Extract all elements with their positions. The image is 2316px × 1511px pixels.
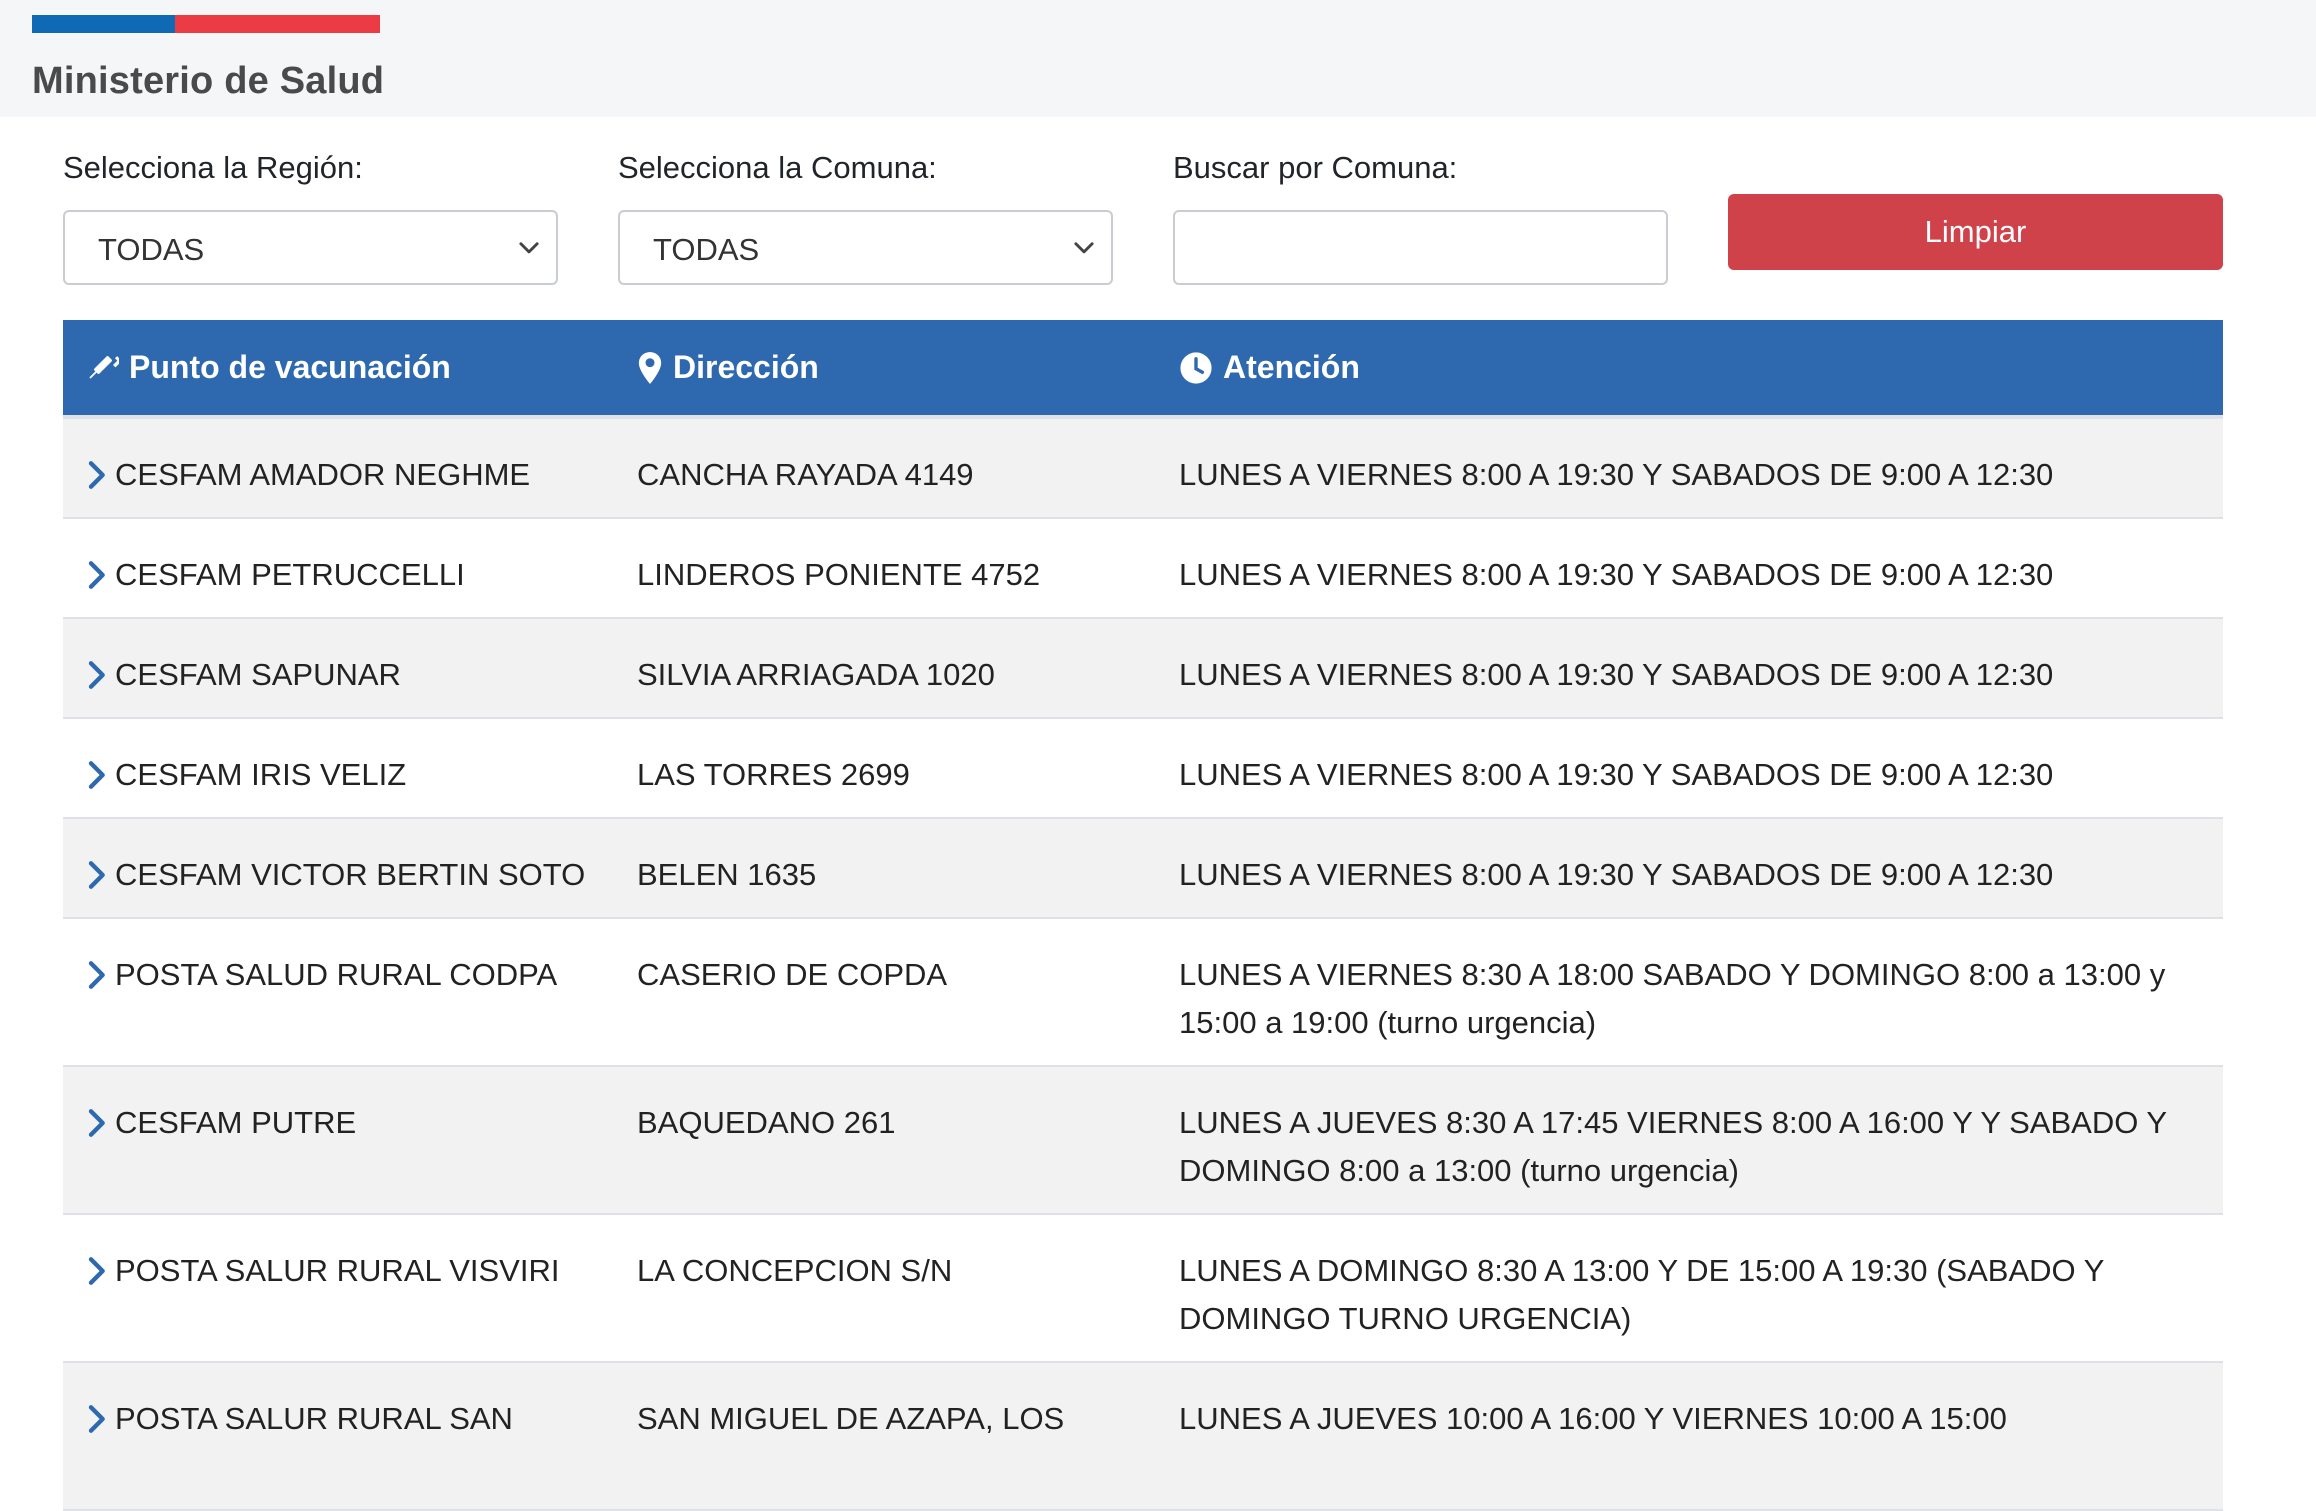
cell-vaccination-point[interactable]: CESFAM VICTOR BERTIN SOTO	[85, 851, 605, 899]
search-label: Buscar por Comuna:	[1173, 150, 1458, 185]
vaccination-point-name: CESFAM PUTRE	[115, 1105, 357, 1140]
cell-address: LINDEROS PONIENTE 4752	[637, 557, 1041, 592]
flag-red-segment	[175, 15, 380, 33]
cell-vaccination-point[interactable]: POSTA SALUR RURAL SAN	[85, 1395, 605, 1443]
cell-hours: LUNES A VIERNES 8:30 A 18:00 SABADO Y DO…	[1179, 957, 2166, 1040]
search-comuna-input[interactable]	[1173, 210, 1668, 285]
header-cell-punto[interactable]: Punto de vacunación	[85, 320, 451, 415]
cell-address: CANCHA RAYADA 4149	[637, 457, 974, 492]
cell-address: BAQUEDANO 261	[637, 1105, 896, 1140]
vaccination-point-name: CESFAM PETRUCCELLI	[115, 557, 465, 592]
government-flag-bar	[32, 15, 380, 33]
cell-address: CASERIO DE COPDA	[637, 957, 948, 992]
table-row[interactable]: CESFAM IRIS VELIZ LAS TORRES 2699 LUNES A …	[63, 719, 2223, 819]
vaccination-point-name: POSTA SALUR RURAL VISVIRI	[115, 1253, 560, 1288]
table-body: CESFAM AMADOR NEGHME CANCHA RAYADA 4149 LU…	[63, 419, 2223, 1511]
vaccination-point-name: CESFAM VICTOR BERTIN SOTO	[115, 857, 586, 892]
table-row[interactable]: CESFAM AMADOR NEGHME CANCHA RAYADA 4149 LU…	[63, 419, 2223, 519]
comuna-label: Selecciona la Comuna:	[618, 150, 937, 185]
table-header: Punto de vacunación Dirección Atención	[63, 320, 2223, 419]
cell-vaccination-point[interactable]: CESFAM AMADOR NEGHME	[85, 451, 605, 499]
table-row[interactable]: CESFAM PETRUCCELLI LINDEROS PONIENTE 4752…	[63, 519, 2223, 619]
chevron-down-icon	[1074, 242, 1094, 254]
region-select[interactable]: TODAS	[63, 210, 558, 285]
cell-hours: LUNES A JUEVES 8:30 A 17:45 VIERNES 8:00…	[1179, 1105, 2167, 1188]
header-label: Atención	[1223, 349, 1360, 385]
chevron-down-icon	[519, 242, 539, 254]
cell-address: BELEN 1635	[637, 857, 817, 892]
table-row[interactable]: POSTA SALUD RURAL CODPA CASERIO DE COPDA L…	[63, 919, 2223, 1067]
table-row[interactable]: POSTA SALUR RURAL VISVIRI LA CONCEPCION S…	[63, 1215, 2223, 1363]
cell-hours: LUNES A VIERNES 8:00 A 19:30 Y SABADOS D…	[1179, 457, 2054, 492]
ministry-logo-text[interactable]: Ministerio de Salud	[32, 60, 384, 103]
chevron-right-icon[interactable]	[85, 660, 107, 690]
chevron-right-icon[interactable]	[85, 860, 107, 890]
chevron-right-icon[interactable]	[85, 560, 107, 590]
vaccination-point-name: CESFAM AMADOR NEGHME	[115, 457, 531, 492]
cell-vaccination-point[interactable]: CESFAM PUTRE	[85, 1099, 605, 1147]
comuna-selected-value: TODAS	[653, 232, 760, 267]
comuna-select[interactable]: TODAS	[618, 210, 1113, 285]
vaccination-point-name: POSTA SALUD RURAL CODPA	[115, 957, 558, 992]
cell-hours: LUNES A VIERNES 8:00 A 19:30 Y SABADOS D…	[1179, 557, 2054, 592]
map-marker-icon	[638, 351, 662, 384]
cell-hours: LUNES A DOMINGO 8:30 A 13:00 Y DE 15:00 …	[1179, 1253, 2104, 1336]
table-row[interactable]: CESFAM VICTOR BERTIN SOTO BELEN 1635 LUNES…	[63, 819, 2223, 919]
top-header-band: Ministerio de Salud	[0, 0, 2316, 117]
cell-hours: LUNES A JUEVES 10:00 A 16:00 Y VIERNES 1…	[1179, 1401, 2007, 1436]
header-label: Punto de vacunación	[129, 349, 451, 385]
cell-hours: LUNES A VIERNES 8:00 A 19:30 Y SABADOS D…	[1179, 757, 2054, 792]
chevron-right-icon[interactable]	[85, 460, 107, 490]
region-label: Selecciona la Región:	[63, 150, 363, 185]
cell-vaccination-point[interactable]: CESFAM SAPUNAR	[85, 651, 605, 699]
header-label: Dirección	[673, 349, 819, 385]
chevron-right-icon[interactable]	[85, 1404, 107, 1434]
table-row[interactable]: CESFAM SAPUNAR SILVIA ARRIAGADA 1020 LUNES…	[63, 619, 2223, 719]
cell-hours: LUNES A VIERNES 8:00 A 19:30 Y SABADOS D…	[1179, 857, 2054, 892]
cell-vaccination-point[interactable]: CESFAM PETRUCCELLI	[85, 551, 605, 599]
vaccination-table: Punto de vacunación Dirección Atención C…	[63, 320, 2223, 1511]
clear-button[interactable]: Limpiar	[1728, 194, 2223, 270]
header-cell-atencion[interactable]: Atención	[1179, 320, 1360, 415]
cell-hours: LUNES A VIERNES 8:00 A 19:30 Y SABADOS D…	[1179, 657, 2054, 692]
table-row[interactable]: POSTA SALUR RURAL SAN SAN MIGUEL DE AZAPA…	[63, 1363, 2223, 1511]
cell-address: LAS TORRES 2699	[637, 757, 910, 792]
table-row[interactable]: CESFAM PUTRE BAQUEDANO 261 LUNES A JUEVES …	[63, 1067, 2223, 1215]
chevron-right-icon[interactable]	[85, 960, 107, 990]
region-selected-value: TODAS	[98, 232, 205, 267]
vaccination-point-name: POSTA SALUR RURAL SAN	[115, 1401, 513, 1436]
cell-vaccination-point[interactable]: POSTA SALUR RURAL VISVIRI	[85, 1247, 605, 1295]
chevron-right-icon[interactable]	[85, 1256, 107, 1286]
chevron-right-icon[interactable]	[85, 760, 107, 790]
clock-icon	[1180, 351, 1212, 384]
cell-address: SAN MIGUEL DE AZAPA, LOS	[637, 1401, 1065, 1436]
cell-address: SILVIA ARRIAGADA 1020	[637, 657, 995, 692]
cell-vaccination-point[interactable]: POSTA SALUD RURAL CODPA	[85, 951, 605, 999]
cell-address: LA CONCEPCION S/N	[637, 1253, 953, 1288]
chevron-right-icon[interactable]	[85, 1108, 107, 1138]
header-cell-direccion[interactable]: Dirección	[637, 320, 819, 415]
flag-blue-segment	[32, 15, 175, 33]
syringe-icon	[89, 355, 119, 379]
cell-vaccination-point[interactable]: CESFAM IRIS VELIZ	[85, 751, 605, 799]
vaccination-point-name: CESFAM IRIS VELIZ	[115, 757, 407, 792]
vaccination-point-name: CESFAM SAPUNAR	[115, 657, 401, 692]
